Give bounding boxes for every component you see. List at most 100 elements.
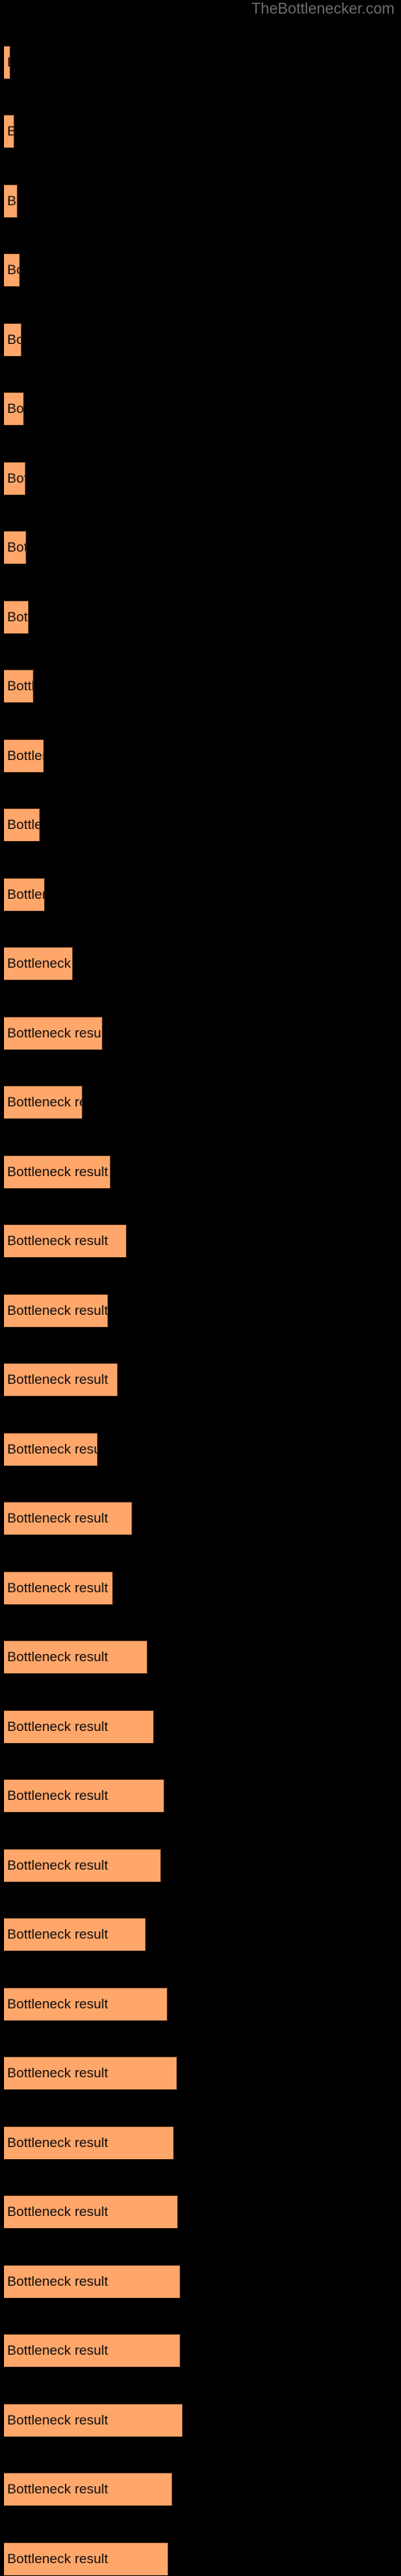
bar-label: Bottleneck result [7,956,72,971]
bar-row: Bottleneck result [0,739,401,773]
bar-label: Bottleneck result [7,2274,108,2289]
bar-label: Bottleneck result [7,2481,108,2497]
bar: Bottleneck result [4,2404,183,2437]
bar-row: Bottleneck result [0,46,401,79]
bar-row: Bottleneck result [0,1017,401,1050]
bar-label: Bottleneck result [7,1649,108,1664]
bar-row: Bottleneck result [0,1571,401,1605]
bar: Bottleneck result [4,1640,148,1674]
bar-row: Bottleneck result [0,1918,401,1951]
bar-label: Bottleneck result [7,678,34,694]
bar: Bottleneck result [4,1571,113,1605]
bar-row: Bottleneck result [0,669,401,703]
bar-label: Bottleneck result [7,2343,108,2358]
bar-label: Bottleneck result [7,1510,108,1526]
bar-row: Bottleneck result [0,2473,401,2506]
bar-label: Bottleneck result [7,123,14,140]
bar-row: Bottleneck result [0,2195,401,2229]
bar: Bottleneck result [4,2334,180,2368]
bar-row: Bottleneck result [0,601,401,634]
bar: Bottleneck result [4,1155,111,1189]
bar: Bottleneck result [4,2265,180,2299]
bar: Bottleneck result [4,669,34,703]
bar-row: Bottleneck result [0,392,401,426]
bar-label: Bottleneck result [7,540,26,555]
bar: Bottleneck result [4,323,22,357]
bar: Bottleneck result [4,1017,103,1050]
bar-row: Bottleneck result [0,808,401,842]
bar-row: Bottleneck result [0,462,401,495]
bar: Bottleneck result [4,46,10,79]
bar-label: Bottleneck result [7,1442,97,1457]
bar: Bottleneck result [4,115,14,148]
bar-label: Bottleneck result [7,1025,103,1041]
bar-row: Bottleneck result [0,2126,401,2160]
bar-row: Bottleneck result [0,947,401,981]
bar: Bottleneck result [4,1502,132,1535]
bar-row: Bottleneck result [0,1988,401,2021]
bar-row: Bottleneck result [0,323,401,357]
bar-row: Bottleneck result [0,2265,401,2299]
bar-row: Bottleneck result [0,878,401,912]
bar: Bottleneck result [4,462,26,495]
bar-label: Bottleneck result [7,1303,108,1318]
bar-label: Bottleneck result [7,471,25,486]
bar-row: Bottleneck result [0,1640,401,1674]
bar-row: Bottleneck result [0,1779,401,1813]
bar-label: Bottleneck result [7,1788,108,1803]
bar-row: Bottleneck result [0,1224,401,1258]
bar: Bottleneck result [4,601,29,634]
bar-label: Bottleneck result [7,1164,108,1179]
bar-row: Bottleneck result [0,2542,401,2576]
bar: Bottleneck result [4,1988,168,2021]
bar: Bottleneck result [4,1086,83,1119]
bar-label: Bottleneck result [7,887,44,902]
bar-label: Bottleneck result [7,332,21,347]
bar-row: Bottleneck result [0,1086,401,1119]
bar: Bottleneck result [4,2056,177,2090]
bar-row: Bottleneck result [0,1155,401,1189]
bar-label: Bottleneck result [7,1372,108,1387]
bar: Bottleneck result [4,2473,172,2506]
bar: Bottleneck result [4,1224,127,1258]
bar-row: Bottleneck result [0,1502,401,1535]
bar-label: Bottleneck result [7,2135,108,2150]
bar-row: Bottleneck result [0,1710,401,1744]
bar-label: Bottleneck result [7,609,28,625]
bar-row: Bottleneck result [0,1849,401,1882]
bar-row: Bottleneck result [0,2056,401,2090]
bar-row: Bottleneck result [0,2404,401,2437]
bar: Bottleneck result [4,1294,108,1328]
bar-label: Bottleneck result [7,2412,108,2428]
bottleneck-bar-chart: TheBottlenecker.com Bottleneck resultBot… [0,0,401,2576]
bar: Bottleneck result [4,392,24,426]
bar-label: Bottleneck result [7,748,43,763]
bar-label: Bottleneck result [7,262,19,277]
bar-label: Bottleneck result [7,1927,108,1942]
bar: Bottleneck result [4,1918,146,1951]
bar-row: Bottleneck result [0,1294,401,1328]
bar: Bottleneck result [4,1849,161,1882]
bar-label: Bottleneck result [7,401,24,416]
bar: Bottleneck result [4,1779,164,1813]
bar-label: Bottleneck result [7,817,39,832]
bar: Bottleneck result [4,184,18,218]
bar-label: Bottleneck result [7,1996,108,2012]
bar-label: Bottleneck result [7,1858,108,1873]
bar-row: Bottleneck result [0,1433,401,1466]
bar-label: Bottleneck result [7,193,17,208]
bar-label: Bottleneck result [7,1719,108,1734]
bar-label: Bottleneck result [7,2551,108,2566]
chart-plot-area: Bottleneck result Bottleneck result Bottle… [0,0,401,2576]
bar-row: Bottleneck result [0,531,401,564]
bar: Bottleneck result [4,1710,154,1744]
bar: Bottleneck result [4,947,73,981]
bar: Bottleneck result [4,2195,178,2229]
bar-row: Bottleneck result [0,2334,401,2368]
bar: Bottleneck result [4,1433,98,1466]
bar-label: Bottleneck result [7,1580,108,1595]
bar: Bottleneck result [4,739,44,773]
bar: Bottleneck result [4,2126,174,2160]
bar-label: Bottleneck result [7,2204,108,2219]
bar: Bottleneck result [4,1363,118,1397]
